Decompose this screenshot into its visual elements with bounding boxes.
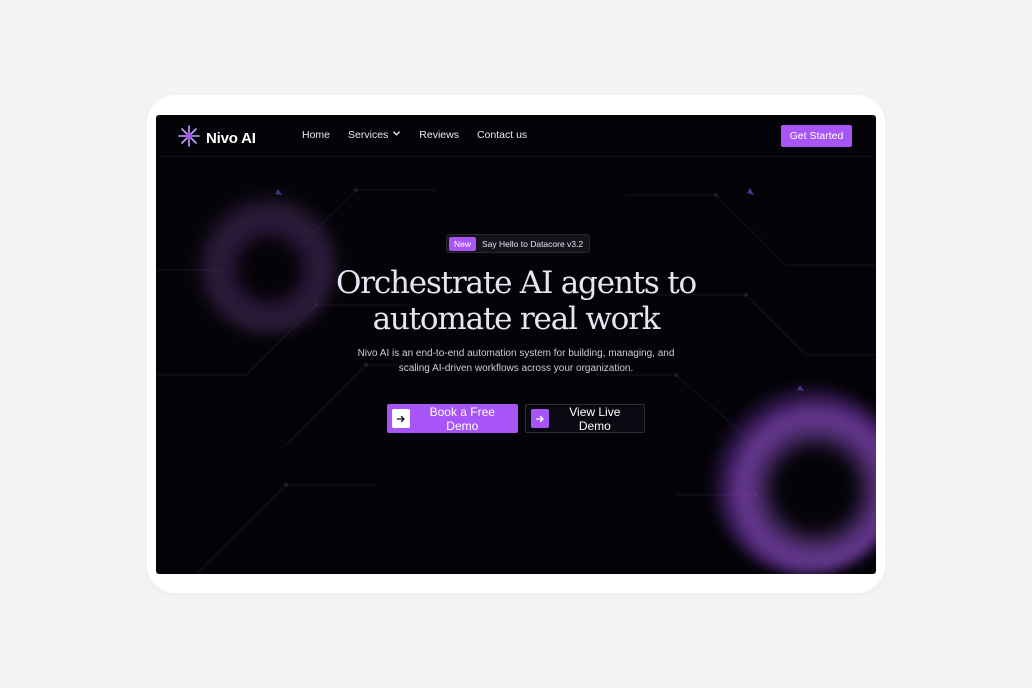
nav-item-label: Home <box>302 129 331 141</box>
website-preview: Nivo AI Home Services Reviews Contact us… <box>156 115 876 574</box>
arrow-right-icon <box>531 409 549 428</box>
get-started-button[interactable]: Get Started <box>781 125 852 147</box>
nav-item-home[interactable]: Home <box>302 129 330 141</box>
headline-line: automate real work <box>372 301 661 337</box>
badge-new-tag: New <box>449 236 477 251</box>
announcement-badge[interactable]: New Say Hello to Datacore v3.2 <box>446 234 591 253</box>
nav-item-label: Contact us <box>476 129 528 141</box>
hero-subtitle: Nivo AI is an end-to-end automation syst… <box>346 347 686 376</box>
sparkle-logo-icon <box>178 125 200 152</box>
badge-text: Say Hello to Datacore v3.2 <box>482 238 584 249</box>
nav-item-label: Services <box>348 129 389 141</box>
brand-logo[interactable]: Nivo AI <box>178 125 256 152</box>
chevron-down-icon <box>392 129 401 141</box>
hero-headline: Orchestrate AI agents to automate real w… <box>156 265 876 337</box>
nav-item-reviews[interactable]: Reviews <box>419 129 459 141</box>
brand-name: Nivo AI <box>206 130 256 147</box>
subtitle-line: Nivo AI is an end-to-end automation syst… <box>357 348 675 359</box>
navbar: Nivo AI Home Services Reviews Contact us… <box>156 115 876 157</box>
view-live-demo-button[interactable]: View Live Demo <box>525 404 645 433</box>
subtitle-line: scaling AI-driven workflows across your … <box>398 362 634 374</box>
arrow-right-icon <box>392 409 410 428</box>
nav-item-label: Reviews <box>419 129 459 141</box>
view-live-demo-label: View Live Demo <box>569 404 621 433</box>
book-demo-label: Book a Free Demo <box>429 404 495 433</box>
headline-line: Orchestrate AI agents to <box>336 265 697 301</box>
book-demo-button[interactable]: Book a Free Demo <box>387 404 518 433</box>
nav-item-services[interactable]: Services <box>348 129 401 141</box>
nav-links: Home Services Reviews Contact us <box>302 129 527 141</box>
nav-item-contact[interactable]: Contact us <box>477 129 527 141</box>
